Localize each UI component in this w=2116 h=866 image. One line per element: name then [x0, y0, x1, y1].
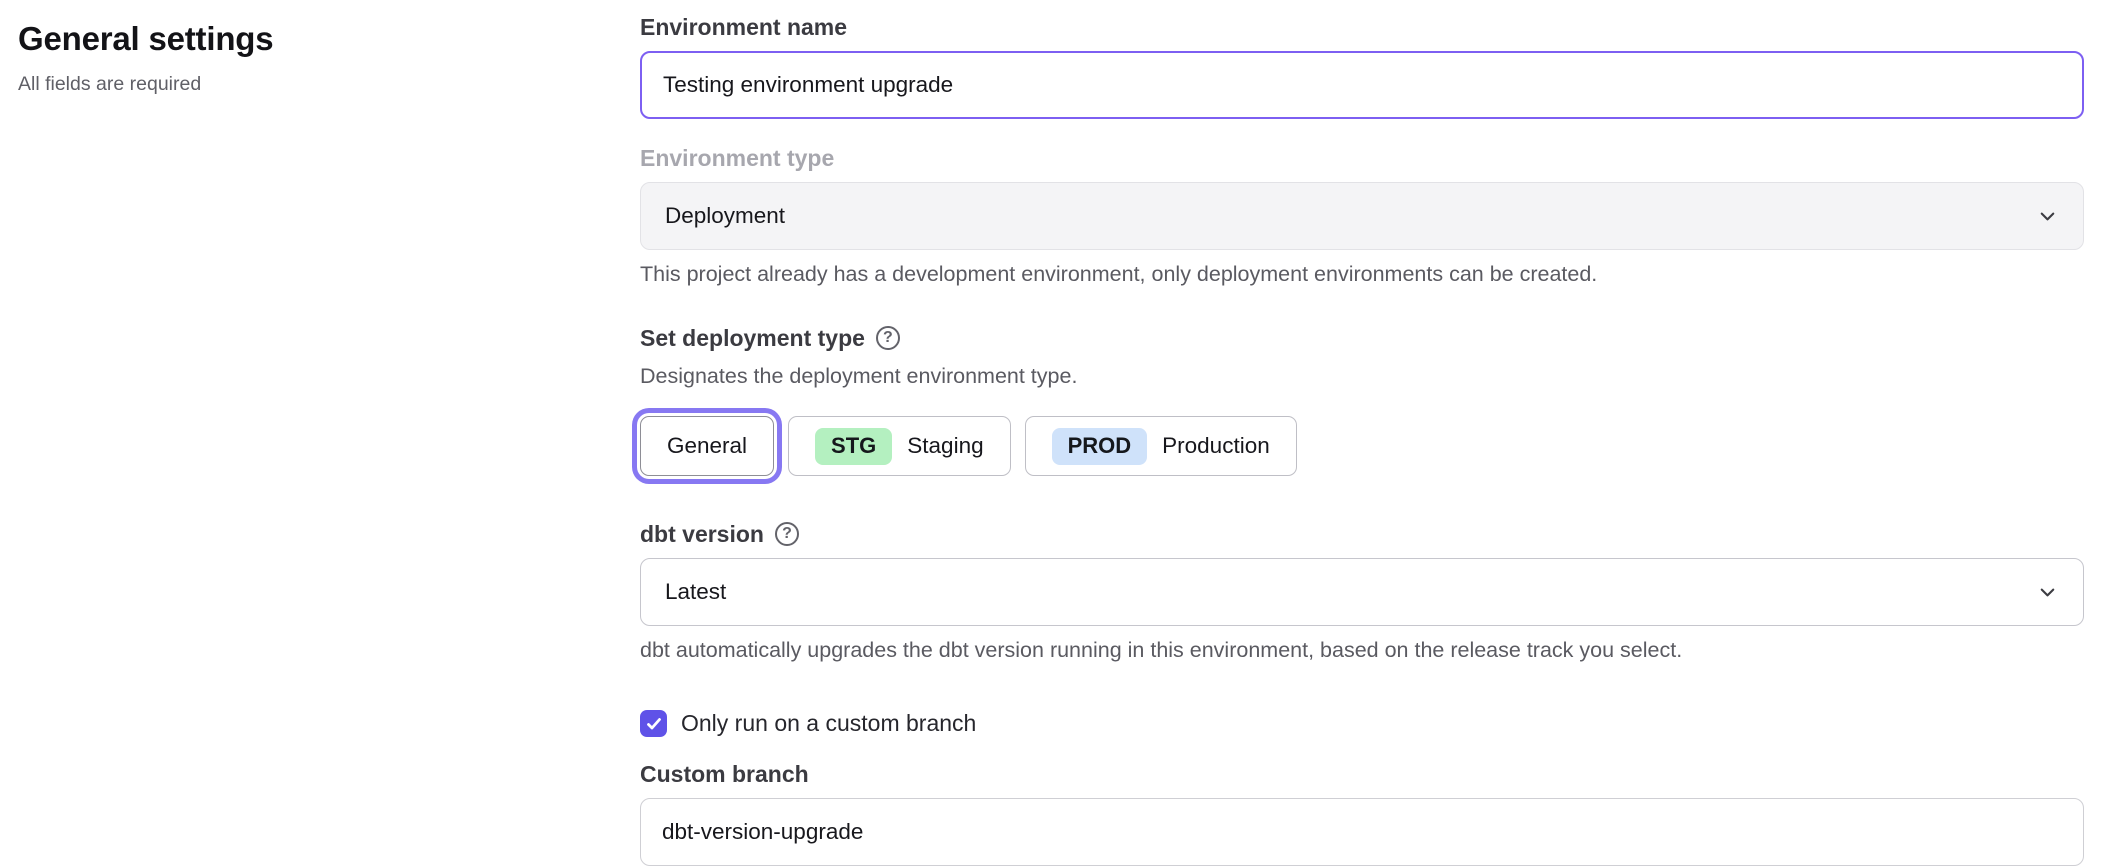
deployment-type-label: Set deployment type [640, 324, 865, 352]
page-title: General settings [18, 20, 640, 58]
environment-type-selected-value: Deployment [665, 203, 785, 229]
dbt-version-selected-value: Latest [665, 579, 726, 605]
production-badge: PROD [1052, 428, 1148, 465]
page-subtitle: All fields are required [18, 73, 640, 96]
deployment-type-staging-button[interactable]: STG Staging [788, 416, 1011, 476]
chevron-down-icon [2036, 205, 2059, 228]
environment-settings-form: Environment name Environment type Deploy… [640, 0, 2084, 864]
custom-branch-input[interactable] [640, 798, 2084, 866]
staging-badge: STG [815, 428, 892, 465]
environment-name-field: Environment name [640, 13, 2084, 119]
environment-type-label: Environment type [640, 144, 2084, 172]
deployment-type-description: Designates the deployment environment ty… [640, 362, 2084, 390]
environment-type-select[interactable]: Deployment [640, 182, 2084, 250]
environment-name-input[interactable] [640, 51, 2084, 119]
deployment-type-general-label: General [667, 433, 747, 459]
deployment-type-field: Set deployment type ? Designates the dep… [640, 324, 2084, 484]
deployment-type-general-button[interactable]: General [640, 416, 774, 476]
help-icon[interactable]: ? [775, 522, 799, 546]
dbt-version-field: dbt version ? Latest dbt automatically u… [640, 520, 2084, 664]
dbt-version-select[interactable]: Latest [640, 558, 2084, 626]
environment-type-helper-text: This project already has a development e… [640, 260, 2084, 288]
environment-name-label: Environment name [640, 13, 2084, 41]
help-icon[interactable]: ? [876, 326, 900, 350]
custom-branch-checkbox[interactable] [640, 710, 667, 737]
custom-branch-checkbox-row: Only run on a custom branch [640, 710, 2084, 737]
custom-branch-field: Custom branch [640, 760, 2084, 866]
deployment-type-production-label: Production [1162, 433, 1270, 459]
deployment-type-staging-label: Staging [907, 433, 983, 459]
custom-branch-checkbox-label[interactable]: Only run on a custom branch [681, 710, 976, 737]
environment-type-field: Environment type Deployment This project… [640, 144, 2084, 288]
environment-settings-page: General settings All fields are required… [0, 0, 2116, 864]
checkmark-icon [645, 715, 663, 733]
dbt-version-label: dbt version [640, 520, 764, 548]
deployment-type-options: General STG Staging PROD Production [640, 408, 2084, 484]
chevron-down-icon [2036, 581, 2059, 604]
custom-branch-label: Custom branch [640, 760, 2084, 788]
settings-header-column: General settings All fields are required [0, 0, 640, 864]
deployment-type-production-button[interactable]: PROD Production [1025, 416, 1297, 476]
dbt-version-helper-text: dbt automatically upgrades the dbt versi… [640, 636, 2084, 664]
